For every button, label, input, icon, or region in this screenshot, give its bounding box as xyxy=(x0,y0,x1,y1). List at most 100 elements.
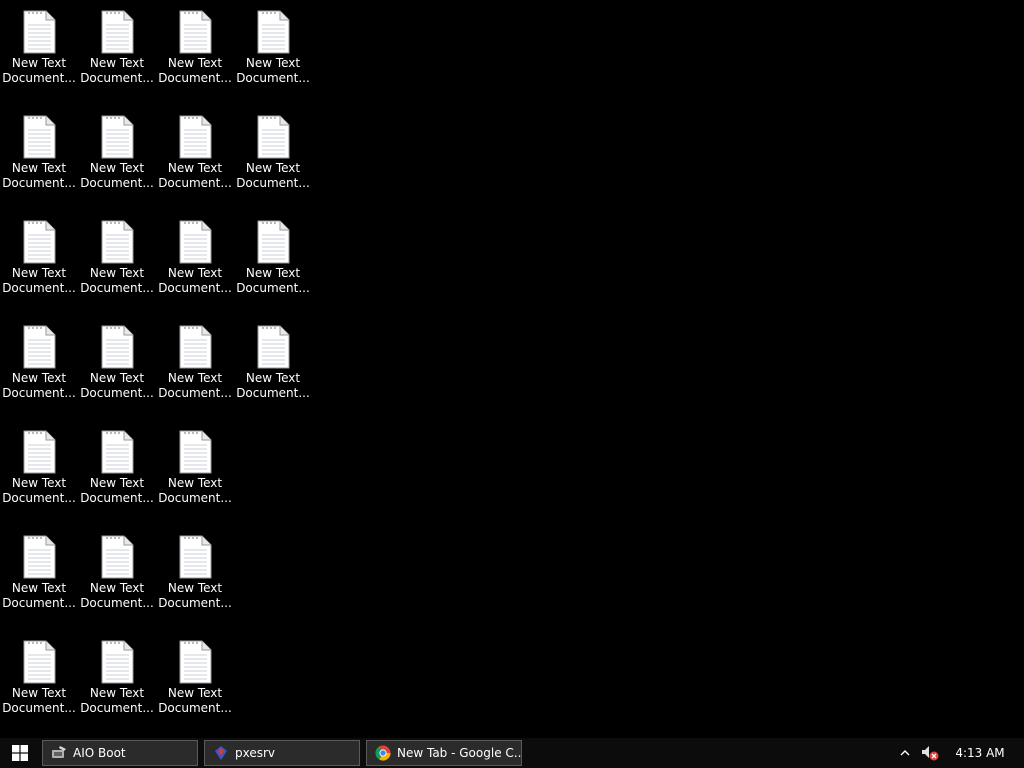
desktop-icon-label: New Text Document... xyxy=(236,266,310,296)
desktop-icon-label: New Text Document... xyxy=(80,266,154,296)
text-document-icon xyxy=(23,325,56,369)
icon-label-line-2: Document... xyxy=(80,71,154,85)
icon-label-line-2: Document... xyxy=(158,491,232,505)
icon-label-line-1: New Text xyxy=(167,686,223,700)
taskbar-clock[interactable]: 4:13 AM xyxy=(950,738,1010,768)
start-button[interactable] xyxy=(0,738,40,768)
desktop-icon-label: New Text Document... xyxy=(2,56,76,86)
desktop-icon-new-text-document[interactable]: New Text Document... xyxy=(2,315,76,415)
desktop-icon-label: New Text Document... xyxy=(236,371,310,401)
desktop-icon-new-text-document[interactable]: New Text Document... xyxy=(80,105,154,205)
text-document-icon xyxy=(23,115,56,159)
desktop-icon-new-text-document[interactable]: New Text Document... xyxy=(2,630,76,730)
desktop-icon-new-text-document[interactable]: New Text Document... xyxy=(236,210,310,310)
desktop-icon-new-text-document[interactable]: New Text Document... xyxy=(236,105,310,205)
desktop-icon-label: New Text Document... xyxy=(158,371,232,401)
icon-label-line-2: Document... xyxy=(2,71,76,85)
text-document-icon xyxy=(179,325,212,369)
desktop-icon-new-text-document[interactable]: New Text Document... xyxy=(80,0,154,100)
icon-label-line-1: New Text xyxy=(245,371,301,385)
desktop-icon-label: New Text Document... xyxy=(158,161,232,191)
icon-label-line-1: New Text xyxy=(89,476,145,490)
taskbar-item-label: pxesrv xyxy=(235,746,276,760)
text-document-icon xyxy=(179,430,212,474)
text-document-icon xyxy=(179,220,212,264)
text-document-icon xyxy=(257,115,290,159)
text-document-icon xyxy=(23,10,56,54)
icon-label-line-2: Document... xyxy=(2,701,76,715)
chevron-up-icon[interactable] xyxy=(898,746,912,760)
icon-label-line-2: Document... xyxy=(2,491,76,505)
taskbar-item-aio-boot[interactable]: AIO Boot xyxy=(42,740,198,766)
desktop-icon-new-text-document[interactable]: New Text Document... xyxy=(2,0,76,100)
icon-label-line-2: Document... xyxy=(2,176,76,190)
desktop-icon-new-text-document[interactable]: New Text Document... xyxy=(80,315,154,415)
icon-label-line-1: New Text xyxy=(11,476,67,490)
windows-logo-icon xyxy=(12,745,28,761)
icon-label-line-2: Document... xyxy=(2,596,76,610)
icon-label-line-2: Document... xyxy=(80,701,154,715)
taskbar-item-chrome[interactable]: New Tab - Google C... xyxy=(366,740,522,766)
taskbar-item-pxesrv[interactable]: pxesrv xyxy=(204,740,360,766)
desktop-icon-new-text-document[interactable]: New Text Document... xyxy=(158,315,232,415)
desktop-icon-label: New Text Document... xyxy=(80,161,154,191)
desktop-icon-new-text-document[interactable]: New Text Document... xyxy=(80,525,154,625)
text-document-icon xyxy=(101,115,134,159)
desktop-icon-new-text-document[interactable]: New Text Document... xyxy=(158,210,232,310)
desktop-icon-new-text-document[interactable]: New Text Document... xyxy=(80,420,154,520)
text-document-icon xyxy=(101,220,134,264)
desktop-icon-label: New Text Document... xyxy=(158,266,232,296)
text-document-icon xyxy=(101,535,134,579)
text-document-icon xyxy=(179,10,212,54)
icon-label-line-1: New Text xyxy=(89,266,145,280)
icon-label-line-1: New Text xyxy=(89,161,145,175)
icon-label-line-2: Document... xyxy=(158,701,232,715)
desktop-icon-new-text-document[interactable]: New Text Document... xyxy=(2,210,76,310)
icon-label-line-1: New Text xyxy=(167,581,223,595)
text-document-icon xyxy=(257,10,290,54)
desktop-icon-new-text-document[interactable]: New Text Document... xyxy=(158,420,232,520)
desktop-icon-label: New Text Document... xyxy=(158,56,232,86)
desktop: New Text Document... New Text Document... Ne… xyxy=(0,0,1024,738)
icon-label-line-1: New Text xyxy=(167,371,223,385)
icon-label-line-2: Document... xyxy=(236,386,310,400)
desktop-icon-label: New Text Document... xyxy=(236,161,310,191)
desktop-icon-new-text-document[interactable]: New Text Document... xyxy=(158,0,232,100)
desktop-icon-new-text-document[interactable]: New Text Document... xyxy=(2,105,76,205)
taskbar-item-label: AIO Boot xyxy=(73,746,126,760)
desktop-icon-new-text-document[interactable]: New Text Document... xyxy=(158,105,232,205)
desktop-icon-label: New Text Document... xyxy=(80,56,154,86)
desktop-icon-new-text-document[interactable]: New Text Document... xyxy=(236,0,310,100)
icon-label-line-1: New Text xyxy=(11,581,67,595)
taskbar-item-label: New Tab - Google C... xyxy=(397,746,522,760)
desktop-icon-new-text-document[interactable]: New Text Document... xyxy=(80,630,154,730)
volume-muted-icon[interactable] xyxy=(920,744,940,762)
text-document-icon xyxy=(257,220,290,264)
desktop-icon-label: New Text Document... xyxy=(80,371,154,401)
text-document-icon xyxy=(23,535,56,579)
taskbar: AIO Boot pxesrv New Tab - Google C... 4:… xyxy=(0,738,1024,768)
desktop-icon-label: New Text Document... xyxy=(2,161,76,191)
icon-label-line-1: New Text xyxy=(167,161,223,175)
text-document-icon xyxy=(23,220,56,264)
icon-label-line-1: New Text xyxy=(245,161,301,175)
desktop-icon-new-text-document[interactable]: New Text Document... xyxy=(80,210,154,310)
desktop-icon-new-text-document[interactable]: New Text Document... xyxy=(158,525,232,625)
desktop-icon-new-text-document[interactable]: New Text Document... xyxy=(2,420,76,520)
desktop-icon-label: New Text Document... xyxy=(236,56,310,86)
text-document-icon xyxy=(101,325,134,369)
icon-label-line-2: Document... xyxy=(158,596,232,610)
desktop-icon-new-text-document[interactable]: New Text Document... xyxy=(158,630,232,730)
icon-label-line-2: Document... xyxy=(158,386,232,400)
desktop-icon-new-text-document[interactable]: New Text Document... xyxy=(236,315,310,415)
icon-label-line-1: New Text xyxy=(245,266,301,280)
icon-label-line-2: Document... xyxy=(2,281,76,295)
desktop-icon-label: New Text Document... xyxy=(80,686,154,716)
icon-label-line-2: Document... xyxy=(236,281,310,295)
icon-label-line-2: Document... xyxy=(80,596,154,610)
desktop-icon-label: New Text Document... xyxy=(2,476,76,506)
icon-label-line-2: Document... xyxy=(80,176,154,190)
desktop-icon-new-text-document[interactable]: New Text Document... xyxy=(2,525,76,625)
icon-label-line-1: New Text xyxy=(89,581,145,595)
desktop-icon-label: New Text Document... xyxy=(158,476,232,506)
